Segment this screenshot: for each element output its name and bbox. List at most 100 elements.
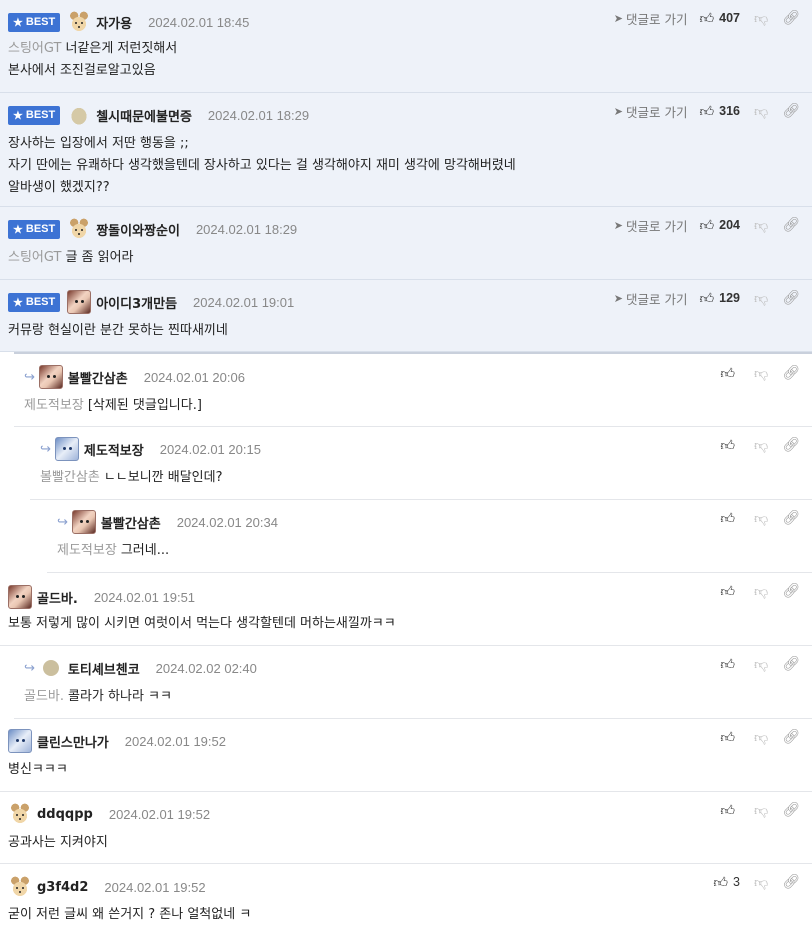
link-icon[interactable]: 🔗︎ [782,510,800,526]
nickname[interactable]: 아이디3개만듬 [96,293,177,312]
link-icon[interactable]: 🔗︎ [782,217,800,233]
dislike-button[interactable]: 👎︎ [754,103,768,120]
like-button[interactable]: 👍︎ 204 [700,217,741,234]
avatar[interactable] [71,510,96,534]
timestamp: 2024.02.01 19:51 [93,589,196,605]
best-badge: ★ BEST [8,219,61,239]
star-icon: ★ [13,16,23,29]
comment-body: 병신ㅋㅋㅋ [8,762,68,777]
send-arrow-icon: ➤ [613,218,624,232]
dislike-button[interactable]: 👎︎ [754,10,768,27]
timestamp: 2024.02.01 19:52 [124,733,226,749]
like-count: 3 [733,875,740,889]
dislike-button[interactable]: 👎︎ [754,656,768,673]
link-icon[interactable]: 🔗︎ [782,365,800,381]
dislike-button[interactable]: 👎︎ [754,217,768,234]
reply-target[interactable]: 골드바. [24,689,64,704]
like-count: 407 [719,11,740,25]
avatar[interactable] [54,437,79,461]
like-count: 204 [719,218,740,232]
nickname[interactable]: 자가용 [96,13,132,32]
reply-target[interactable]: 볼빨간삼촌 [40,470,100,485]
link-icon[interactable]: 🔗︎ [782,656,800,672]
like-button[interactable]: 👍︎ [720,802,740,819]
like-button[interactable]: 👍︎ [720,510,740,527]
reply-target[interactable]: 제도적보장 [57,543,117,558]
comment-body: 스팅어GT 너같은게 저런짓해서 본사에서 조진걸로알고있음 [8,41,178,78]
nickname[interactable]: 제도적보장 [84,440,144,459]
dislike-button[interactable]: 👎︎ [754,583,768,600]
comment-body: 공과사는 지켜야지 [8,835,108,850]
link-icon[interactable]: 🔗︎ [782,874,800,890]
timestamp: 2024.02.01 20:34 [176,514,278,530]
avatar[interactable] [67,217,92,241]
link-icon[interactable]: 🔗︎ [782,729,800,745]
link-icon[interactable]: 🔗︎ [782,583,800,599]
avatar[interactable] [8,875,32,899]
like-button[interactable]: 👍︎ 3 [713,874,740,891]
dislike-button[interactable]: 👎︎ [754,874,768,891]
star-icon: ★ [13,296,23,309]
comment-body: 보통 저렇게 많이 시키면 여럿이서 먹는다 생각할텐데 머하는새낄까ㅋㅋ [8,616,396,631]
avatar[interactable] [8,729,32,753]
comment-actions: 👍︎ 👎︎ 🔗︎ [720,655,800,673]
thumbs-up-icon: 👍︎ [720,801,735,818]
like-button[interactable]: 👍︎ 407 [700,10,741,27]
comment-header: ↪ 제도적보장 2024.02.01 20:15 [40,437,261,461]
dislike-button[interactable]: 👎︎ [754,290,768,307]
link-icon[interactable]: 🔗︎ [782,437,800,453]
like-button[interactable]: 👍︎ [720,583,740,600]
nickname[interactable]: 토티셰브첸코 [68,659,140,678]
nickname[interactable]: 첼시때문에불면증 [96,106,192,125]
link-icon[interactable]: 🔗︎ [782,10,800,26]
dislike-button[interactable]: 👎︎ [754,365,768,382]
avatar[interactable] [67,10,92,34]
like-button[interactable]: 👍︎ 129 [700,290,741,307]
thumbs-up-icon: 👍︎ [720,436,735,453]
like-button[interactable]: 👍︎ [720,729,740,746]
dislike-button[interactable]: 👎︎ [754,802,768,819]
dislike-button[interactable]: 👎︎ [754,510,768,527]
link-icon[interactable]: 🔗︎ [782,802,800,818]
comment-header: 골드바. 2024.02.01 19:51 [8,585,195,609]
goto-comment-link[interactable]: ➤ 댓글로 가기 [614,9,688,28]
reply-target[interactable]: 스팅어GT [8,250,61,265]
nickname[interactable]: 클린스만나가 [37,732,109,751]
best-divider [14,352,812,354]
nickname[interactable]: g3f4d2 [37,880,88,895]
goto-comment-link[interactable]: ➤ 댓글로 가기 [614,102,688,121]
avatar[interactable] [8,585,32,609]
avatar[interactable] [38,365,63,389]
dislike-button[interactable]: 👎︎ [754,729,768,746]
comment-reply: ↪ 토티셰브첸코 2024.02.02 02:40 👍︎ 👎︎ 🔗︎ 골드바. 콜… [14,646,812,719]
comment-header: g3f4d2 2024.02.01 19:52 [8,875,206,899]
comment-body: 장사하는 입장에서 저딴 행동을 ;; 자기 딴에는 유쾌하다 생각했을텐데 장… [8,136,516,195]
like-button[interactable]: 👍︎ [720,365,740,382]
like-button[interactable]: 👍︎ [720,656,740,673]
goto-comment-link[interactable]: ➤ 댓글로 가기 [614,289,688,308]
link-icon[interactable]: 🔗︎ [782,103,800,119]
goto-comment-link[interactable]: ➤ 댓글로 가기 [614,216,688,235]
dislike-button[interactable]: 👎︎ [754,437,768,454]
avatar[interactable] [67,290,92,314]
comment-header: ★ BEST 아이디3개만듬 2024.02.01 19:01 [8,290,294,314]
like-button[interactable]: 👍︎ [720,437,740,454]
nickname[interactable]: 짱돌이와짱순이 [96,220,180,239]
thumbs-up-icon: 👍︎ [720,582,735,599]
reply-arrow-icon: ↪ [24,369,35,385]
reply-arrow-icon: ↪ [24,660,35,676]
nickname[interactable]: 볼빨간삼촌 [101,513,161,532]
comment-actions: ➤ 댓글로 가기 👍︎ 129 👎︎ 🔗︎ [614,289,800,307]
nickname[interactable]: ddqqpp [37,807,93,822]
avatar[interactable] [8,802,32,826]
comment-actions: ➤ 댓글로 가기 👍︎ 407 👎︎ 🔗︎ [614,9,800,27]
nickname[interactable]: 골드바. [37,588,78,607]
reply-target[interactable]: 스팅어GT [8,41,61,56]
reply-target[interactable]: 제도적보장 [24,398,84,413]
link-icon[interactable]: 🔗︎ [782,290,800,306]
avatar[interactable] [67,103,92,127]
like-button[interactable]: 👍︎ 316 [700,103,741,120]
timestamp: 2024.02.01 20:15 [159,441,261,457]
avatar[interactable] [42,660,59,676]
nickname[interactable]: 볼빨간삼촌 [68,368,128,387]
